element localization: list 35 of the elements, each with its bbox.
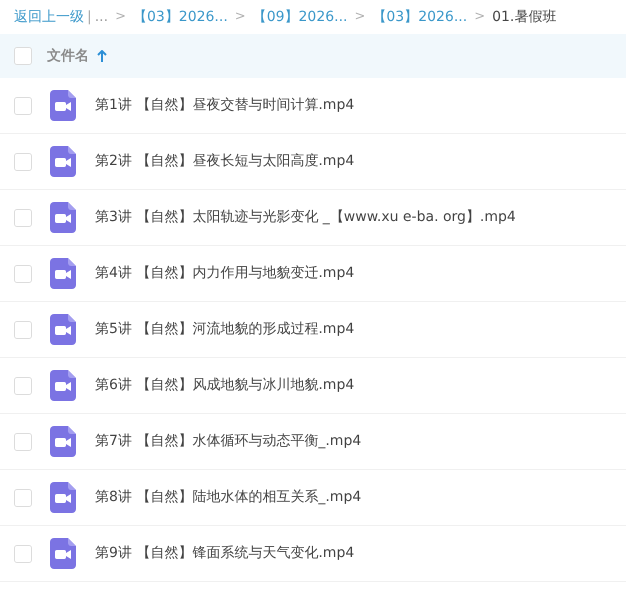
video-file-icon xyxy=(50,258,76,289)
sort-up-arrow-icon[interactable] xyxy=(97,50,107,62)
video-file-icon xyxy=(50,370,76,401)
video-file-icon xyxy=(50,90,76,121)
video-file-icon xyxy=(50,482,76,513)
video-file-icon xyxy=(50,202,76,233)
checkbox[interactable] xyxy=(14,544,32,562)
checkbox[interactable] xyxy=(14,96,32,114)
separator-text: > xyxy=(354,8,366,26)
checkbox[interactable] xyxy=(14,208,32,226)
separator-text: > xyxy=(115,8,126,26)
file-name[interactable]: 第7讲 【自然】水体循环与动态平衡_.mp4 xyxy=(95,431,362,452)
separator-text: > xyxy=(234,8,246,26)
file-name[interactable]: 第4讲 【自然】内力作用与地貌变迁.mp4 xyxy=(95,263,354,284)
file-name[interactable]: 第6讲 【自然】风成地貌与冰川地貌.mp4 xyxy=(95,375,354,396)
current-folder-label: 01.暑假班 xyxy=(492,8,556,26)
separator-text: > xyxy=(474,8,486,26)
checkbox[interactable] xyxy=(14,264,32,282)
file-name[interactable]: 第9讲 【自然】锋面系统与天气变化.mp4 xyxy=(95,543,354,564)
file-name[interactable]: 第3讲 【自然】太阳轨迹与光影变化 _【www.xu e-ba. org】.mp4 xyxy=(95,207,516,228)
checkbox[interactable] xyxy=(14,488,32,506)
file-name[interactable]: 第1讲 【自然】昼夜交替与时间计算.mp4 xyxy=(95,95,354,116)
video-file-icon xyxy=(50,426,76,457)
file-name[interactable]: 第8讲 【自然】陆地水体的相互关系_.mp4 xyxy=(95,487,362,508)
video-file-icon xyxy=(50,314,76,345)
video-file-icon xyxy=(50,146,76,177)
video-file-icon xyxy=(50,538,76,569)
checkbox[interactable] xyxy=(14,432,32,450)
file-name[interactable]: 第2讲 【自然】昼夜长短与太阳高度.mp4 xyxy=(95,151,354,172)
checkbox[interactable] xyxy=(14,152,32,170)
file-name[interactable]: 第5讲 【自然】河流地貌的形成过程.mp4 xyxy=(95,319,354,340)
checkbox[interactable] xyxy=(14,376,32,394)
checkbox[interactable] xyxy=(14,320,32,338)
divider-text: | xyxy=(87,8,92,26)
checkbox[interactable] xyxy=(14,47,32,65)
